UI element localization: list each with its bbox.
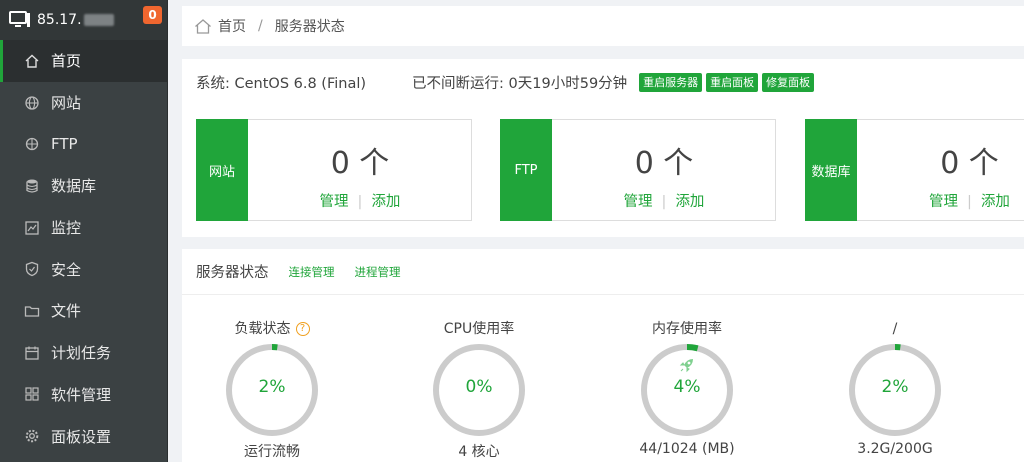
server-ip: 85.17. [37, 12, 82, 28]
sidebar-item-label: 面板设置 [51, 427, 112, 446]
rocket-icon[interactable] [678, 356, 696, 374]
card-count: 0 个 [940, 146, 999, 181]
connection-manage-link[interactable]: 连接管理 [289, 264, 335, 280]
manage-link[interactable]: 管理 [929, 194, 958, 210]
add-link[interactable]: 添加 [981, 194, 1010, 210]
monitor-icon [9, 11, 30, 27]
ftp-icon [25, 138, 39, 151]
status-header: 服务器状态 连接管理 进程管理 [182, 249, 1024, 295]
sidebar-item-label: 首页 [51, 52, 82, 71]
add-link[interactable]: 添加 [675, 194, 704, 210]
disk-gauge[interactable]: / 2% 3.2G/200G [820, 319, 970, 457]
breadcrumb: 首页 / 服务器状态 [182, 6, 1024, 46]
apps-icon [25, 387, 39, 401]
gauge-value: 4% [673, 377, 701, 397]
folder-icon [24, 306, 40, 317]
system-version: 系统: CentOS 6.8 (Final) [196, 76, 367, 92]
sidebar-item-site[interactable]: 网站 [0, 82, 168, 124]
uptime: 已不间断运行: 0天19小时59分钟 [412, 76, 628, 92]
sidebar-item-database[interactable]: 数据库 [0, 165, 168, 207]
memory-gauge[interactable]: 内存使用率 4% 44/1024 (MB) [612, 319, 762, 457]
restart-panel-button[interactable]: 重启面板 [706, 73, 759, 92]
gauge-sub: 运行流畅 [244, 444, 300, 460]
gauge-sub: 44/1024 (MB) [639, 441, 735, 457]
gauge-value: 0% [465, 377, 493, 397]
load-gauge[interactable]: 负载状态? 2% 运行流畅 [197, 319, 347, 461]
sidebar-edge [167, 0, 168, 462]
sidebar-item-label: 文件 [51, 302, 82, 321]
globe-icon [25, 95, 39, 110]
manage-link[interactable]: 管理 [320, 194, 349, 210]
calendar-icon [25, 346, 39, 360]
card-count: 0 个 [634, 146, 694, 181]
sidebar-item-label: 安全 [51, 260, 82, 279]
action-separator: | [661, 194, 667, 210]
repair-panel-button[interactable]: 修复面板 [762, 73, 815, 92]
manage-link[interactable]: 管理 [624, 194, 653, 210]
sidebar-item-files[interactable]: 文件 [0, 290, 168, 332]
card-count: 0 个 [330, 146, 390, 181]
shield-icon [25, 262, 39, 277]
home-icon [25, 54, 39, 68]
database-icon [26, 179, 38, 193]
action-separator: | [967, 194, 972, 210]
system-info: 系统: CentOS 6.8 (Final) 已不间断运行: 0天19小时59分… [196, 72, 815, 93]
gauge-title: 负载状态 [234, 321, 291, 337]
server-status-panel: 服务器状态 连接管理 进程管理 负载状态? 2% 运行流畅 CPU使用率 0% … [182, 249, 1024, 462]
card-actions: 管理 | 添加 [553, 190, 775, 211]
status-title: 服务器状态 [196, 265, 269, 281]
card-actions: 管理 | 添加 [858, 190, 1024, 211]
sidebar-item-label: FTP [51, 135, 78, 154]
sidebar-item-label: 软件管理 [51, 385, 112, 404]
notification-badge[interactable]: 0 [143, 6, 162, 24]
add-link[interactable]: 添加 [371, 194, 400, 210]
ip-mask [83, 14, 114, 26]
gauge-value: 2% [258, 377, 286, 397]
breadcrumb-current: 服务器状态 [274, 19, 345, 35]
gauge-sub: 3.2G/200G [857, 441, 933, 457]
action-separator: | [357, 194, 363, 210]
server-header[interactable]: 85.17. 0 [0, 0, 168, 40]
database-card: 数据库 0 个 管理 | 添加 [805, 119, 1024, 221]
breadcrumb-home[interactable]: 首页 [218, 16, 246, 36]
sidebar-item-label: 计划任务 [51, 344, 112, 363]
sidebar-item-cron[interactable]: 计划任务 [0, 332, 168, 374]
site-card: 网站 0 个 管理 | 添加 [196, 119, 472, 221]
gauge-value: 2% [881, 377, 909, 397]
gauge-sub: 4 核心 [458, 444, 500, 460]
gear-icon [25, 429, 39, 443]
restart-server-button[interactable]: 重启服务器 [639, 73, 703, 92]
cpu-gauge[interactable]: CPU使用率 0% 4 核心 [404, 319, 554, 461]
sidebar-item-security[interactable]: 安全 [0, 248, 168, 290]
card-tag: 数据库 [805, 119, 857, 221]
ftp-card: FTP 0 个 管理 | 添加 [500, 119, 776, 221]
sidebar: 85.17. 0 首页 网站 FTP 数据库 监控 安全 文件 计划任务 软件管… [0, 0, 168, 462]
card-actions: 管理 | 添加 [249, 190, 471, 211]
overview-panel: 系统: CentOS 6.8 (Final) 已不间断运行: 0天19小时59分… [182, 59, 1024, 237]
card-tag: FTP [500, 119, 552, 221]
sidebar-item-label: 网站 [51, 94, 82, 113]
sidebar-item-software[interactable]: 软件管理 [0, 374, 168, 416]
home-icon[interactable] [194, 18, 212, 35]
process-manage-link[interactable]: 进程管理 [355, 264, 401, 280]
help-icon[interactable]: ? [295, 322, 310, 336]
sidebar-item-settings[interactable]: 面板设置 [0, 415, 168, 457]
gauge-label: CPU使用率 [443, 321, 515, 337]
monitor-chart-icon [25, 220, 39, 235]
sidebar-menu: 首页 网站 FTP 数据库 监控 安全 文件 计划任务 软件管理 面板设置 [0, 40, 168, 457]
sidebar-item-monitor[interactable]: 监控 [0, 207, 168, 249]
sidebar-item-label: 监控 [51, 219, 82, 238]
sidebar-item-ftp[interactable]: FTP [0, 123, 168, 165]
gauge-label: 负载状态? [197, 319, 347, 339]
card-tag: 网站 [196, 119, 248, 221]
sidebar-item-label: 数据库 [51, 177, 97, 196]
gauge-label: 内存使用率 [652, 321, 722, 337]
sidebar-item-home[interactable]: 首页 [0, 40, 168, 82]
gauge-label: / [892, 321, 898, 337]
breadcrumb-separator: / [258, 18, 263, 34]
